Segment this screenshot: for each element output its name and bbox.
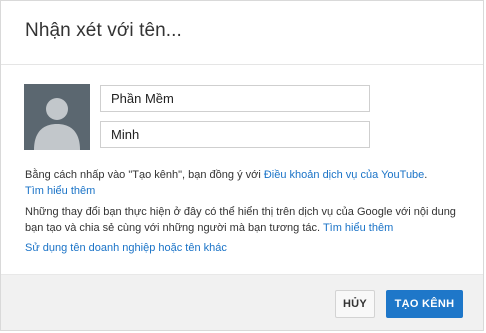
terms-notice: Bằng cách nhấp vào "Tạo kênh", bạn đồng … [25, 167, 467, 199]
visibility-notice: Những thay đổi bạn thực hiện ở đây có th… [25, 204, 467, 236]
create-channel-dialog: Nhận xét với tên... Bằng cách nhấp vào "… [0, 0, 484, 331]
terms-learn-more-link[interactable]: Tìm hiểu thêm [25, 185, 95, 197]
last-name-input[interactable] [100, 121, 370, 148]
dialog-footer: HỦY TẠO KÊNH [1, 274, 483, 330]
terms-period: . [424, 169, 428, 181]
default-avatar-icon [24, 84, 90, 150]
business-name-row: Sử dụng tên doanh nghiệp hoặc tên khác [25, 240, 467, 256]
first-name-input[interactable] [100, 85, 370, 112]
use-business-name-link[interactable]: Sử dụng tên doanh nghiệp hoặc tên khác [25, 242, 227, 254]
cancel-button[interactable]: HỦY [335, 290, 375, 318]
dialog-title: Nhận xét với tên... [25, 20, 182, 41]
create-channel-button[interactable]: TẠO KÊNH [386, 290, 463, 318]
terms-text: Bằng cách nhấp vào "Tạo kênh", bạn đồng … [25, 169, 264, 181]
terms-of-service-link[interactable]: Điều khoản dịch vụ của YouTube [264, 169, 424, 181]
title-divider [1, 64, 483, 65]
visibility-learn-more-link[interactable]: Tìm hiểu thêm [323, 222, 393, 234]
